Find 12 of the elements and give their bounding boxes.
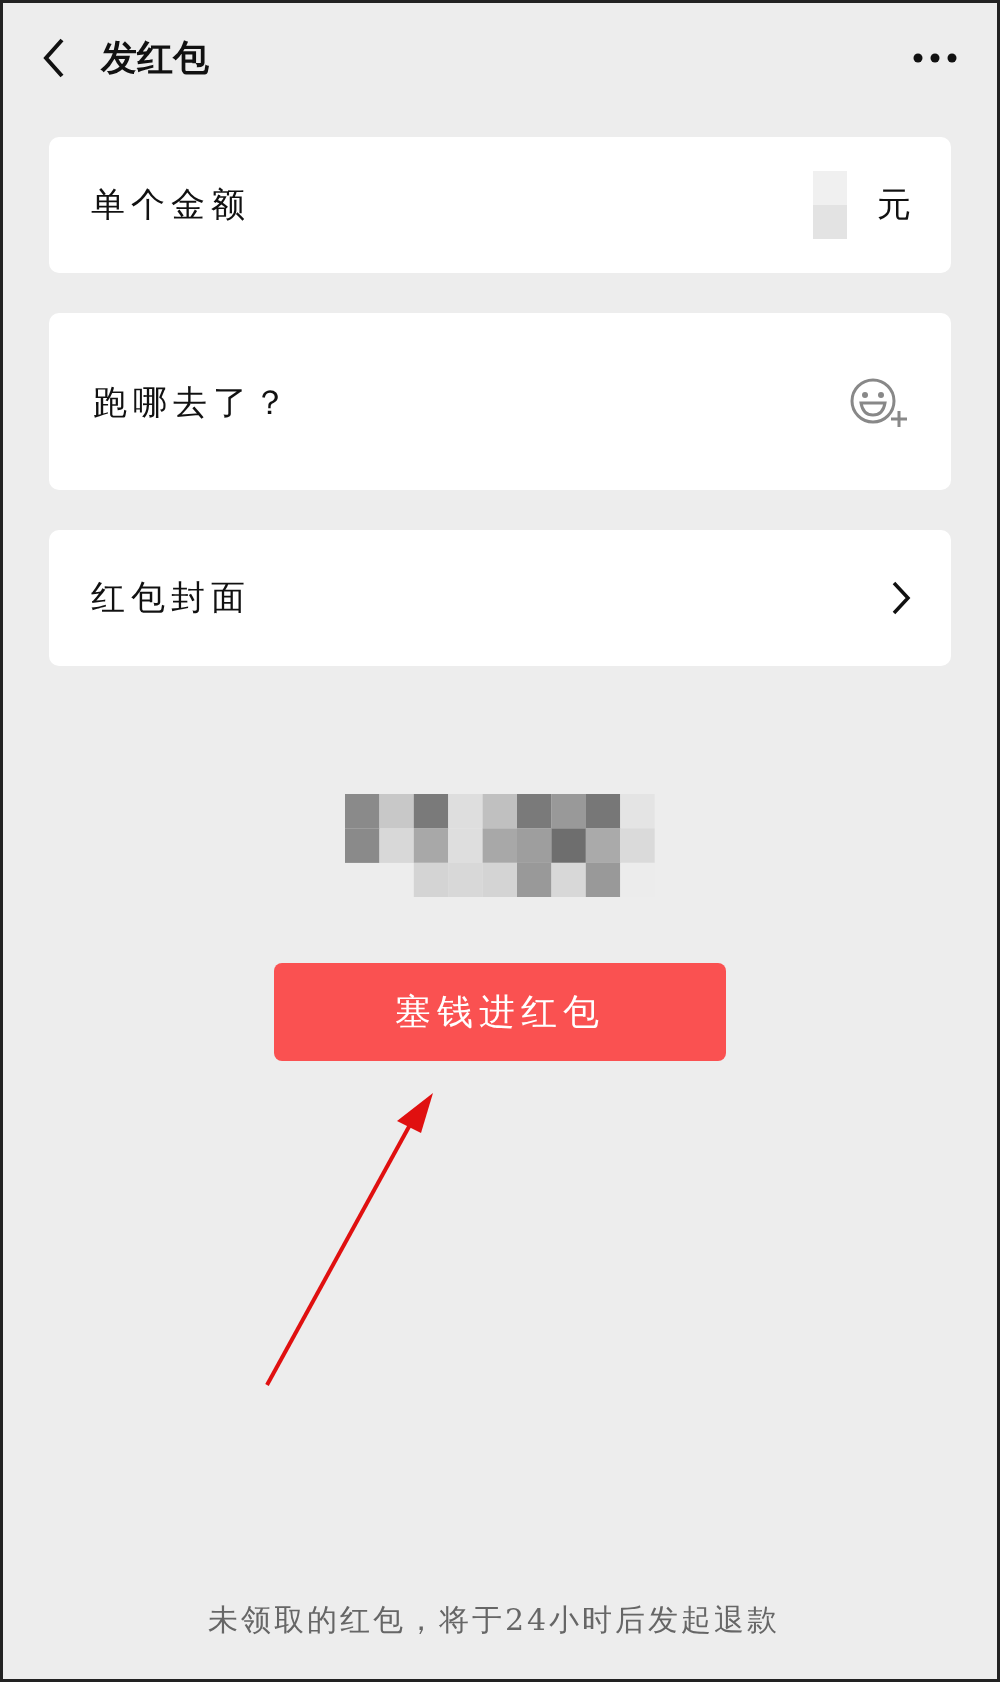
more-icon[interactable] xyxy=(913,53,957,63)
refund-note: 未领取的红包，将于24小时后发起退款 xyxy=(208,1601,781,1639)
page-title: 发红包 xyxy=(101,34,210,80)
back-icon[interactable] xyxy=(43,38,65,78)
cover-label: 红包封面 xyxy=(91,576,251,619)
amount-label: 单个金额 xyxy=(91,183,251,226)
amount-card[interactable]: 单个金额 元 xyxy=(49,137,951,273)
currency-unit: 元 xyxy=(877,183,911,226)
cover-card[interactable]: 红包封面 xyxy=(49,530,951,666)
chevron-right-icon xyxy=(891,581,911,615)
message-input-field[interactable]: 跑哪去了？ xyxy=(91,380,849,423)
pixelated-amount-drawing xyxy=(813,171,847,239)
